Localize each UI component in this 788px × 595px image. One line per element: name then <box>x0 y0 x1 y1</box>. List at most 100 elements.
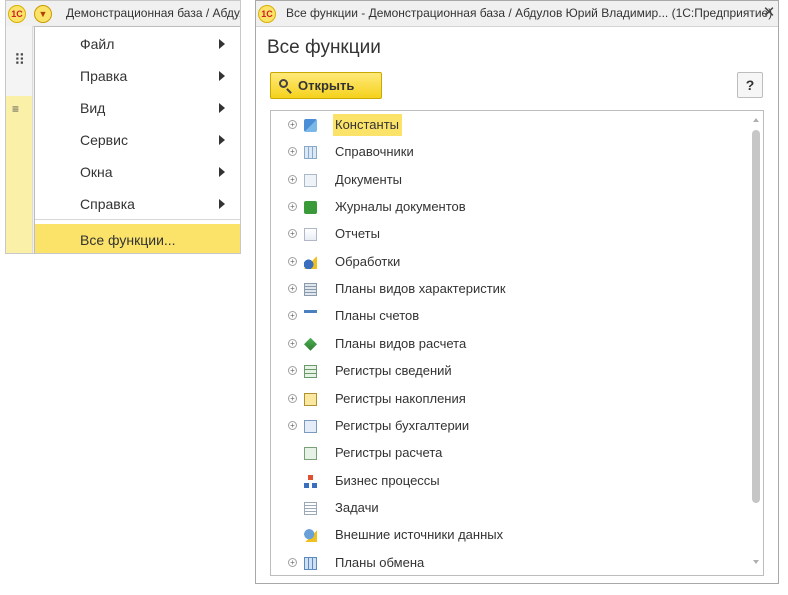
menu-item-edit[interactable]: Правка <box>35 60 240 92</box>
constants-icon <box>304 119 317 132</box>
vertical-scrollbar[interactable] <box>750 111 763 575</box>
expand-plus-icon[interactable]: + <box>288 202 297 212</box>
expand-plus-icon[interactable]: + <box>288 120 297 129</box>
menu-item-file[interactable]: Файл <box>35 28 240 60</box>
tree-row[interactable]: Регистры расчета <box>271 442 749 466</box>
tasks-icon <box>304 501 317 515</box>
expand-plus-icon[interactable]: + <box>288 420 297 430</box>
tree-row-label: Отчеты <box>335 226 380 242</box>
expand-plus-icon[interactable]: + <box>288 557 297 567</box>
sections-grid-icon[interactable]: ⠿ <box>14 53 30 69</box>
all-functions-titlebar: 1C Все функции - Демонстрационная база /… <box>256 1 778 27</box>
expand-plus-icon[interactable]: + <box>288 147 297 157</box>
tree-row-label: Планы видов характеристик <box>335 281 506 297</box>
tree-row-label: Планы обмена <box>335 554 425 570</box>
window-title: Все функции - Демонстрационная база / Аб… <box>286 6 773 20</box>
tree-row[interactable]: + Журналы документов <box>271 196 749 220</box>
scroll-thumb[interactable] <box>752 130 760 503</box>
main-window-titlebar: 1C ▼ Демонстрационная база / Абдулов Юри… <box>6 1 240 27</box>
menu-item-all-functions[interactable]: Все функции... <box>35 224 240 253</box>
submenu-arrow-icon <box>219 71 225 81</box>
menu-lines-icon[interactable]: ≡ <box>12 102 19 116</box>
menu-item-tools[interactable]: Сервис <box>35 124 240 156</box>
tree-row[interactable]: + Планы видов расчета <box>271 333 749 357</box>
menu-item-windows[interactable]: Окна <box>35 156 240 188</box>
expand-plus-icon[interactable]: + <box>288 229 297 239</box>
documents-icon <box>304 173 317 187</box>
tree-row-label: Внешние источники данных <box>335 527 504 543</box>
exchange-plans-icon <box>304 556 317 570</box>
tree-row[interactable]: + Константы <box>271 114 749 138</box>
submenu-arrow-icon <box>219 103 225 113</box>
main-window: 1C ▼ Демонстрационная база / Абдулов Юри… <box>5 0 241 254</box>
tree-row-label: Журналы документов <box>335 199 466 215</box>
tree-row[interactable]: Внешние источники данных <box>271 524 749 548</box>
menu-item-view[interactable]: Вид <box>35 92 240 124</box>
tree-row-label: Планы видов расчета <box>335 335 467 351</box>
submenu-arrow-icon <box>219 39 225 49</box>
accumulation-registers-icon <box>304 392 317 406</box>
tree-row[interactable]: + Регистры бухгалтерии <box>271 415 749 439</box>
1c-logo-icon: 1C <box>8 5 26 23</box>
catalogs-icon <box>304 146 317 160</box>
expand-plus-icon[interactable]: + <box>288 311 297 321</box>
tree-row-label: Регистры расчета <box>335 445 443 461</box>
main-window-title: Демонстрационная база / Абдулов Юрий Вла… <box>66 6 240 20</box>
tree-row-label: Регистры бухгалтерии <box>335 417 470 433</box>
tree-row-label: Справочники <box>335 144 414 160</box>
tree-row[interactable]: Задачи <box>271 497 749 521</box>
tree-row-label: Документы <box>335 171 403 187</box>
close-icon[interactable]: ✕ <box>762 4 776 22</box>
tree-row[interactable]: + Отчеты <box>271 223 749 247</box>
tree-row[interactable]: + Документы <box>271 169 749 193</box>
functions-tree: + Константы + Справочники + Документы + Журналы… <box>270 110 764 576</box>
expand-plus-icon[interactable]: + <box>288 174 297 184</box>
tree-row-label: Регистры сведений <box>335 363 452 379</box>
menu-separator <box>35 219 240 220</box>
tree-row[interactable]: Бизнес процессы <box>271 470 749 494</box>
tree-row-label: Планы счетов <box>335 308 420 324</box>
open-button[interactable]: Открыть <box>270 72 382 99</box>
main-menu-dropdown: Файл Правка Вид Сервис Окна Справка Все … <box>34 26 240 253</box>
tree-row[interactable]: + Регистры сведений <box>271 360 749 384</box>
tree-row-label: Регистры накопления <box>335 390 466 406</box>
tree-row[interactable]: + Справочники <box>271 141 749 165</box>
external-data-sources-icon <box>304 529 317 543</box>
page-title: Все функции <box>267 37 381 58</box>
data-processors-icon <box>304 255 317 269</box>
tree-row[interactable]: + Регистры накопления <box>271 388 749 412</box>
scroll-down-arrow-icon[interactable] <box>753 560 759 564</box>
calculation-registers-icon <box>304 447 317 461</box>
expand-plus-icon[interactable]: + <box>288 256 297 266</box>
submenu-arrow-icon <box>219 135 225 145</box>
characteristic-types-icon <box>304 283 317 297</box>
expand-plus-icon[interactable]: + <box>288 393 297 403</box>
document-journals-icon <box>304 201 317 215</box>
submenu-arrow-icon <box>219 167 225 177</box>
scroll-up-arrow-icon[interactable] <box>753 118 759 122</box>
main-menu-button[interactable]: ▼ <box>34 5 52 23</box>
information-registers-icon <box>304 365 317 379</box>
sections-panel: ≡ <box>6 96 32 253</box>
business-processes-icon <box>304 474 317 488</box>
accounting-registers-icon <box>304 419 317 433</box>
expand-plus-icon[interactable]: + <box>288 284 297 294</box>
tree-row[interactable]: + Планы счетов <box>271 305 749 329</box>
tree-row[interactable]: + Планы обмена <box>271 552 749 575</box>
expand-plus-icon[interactable]: + <box>288 338 297 348</box>
tree-row-label: Обработки <box>335 253 401 269</box>
menu-item-help[interactable]: Справка <box>35 188 240 220</box>
submenu-arrow-icon <box>219 199 225 209</box>
help-button[interactable]: ? <box>737 72 763 98</box>
tree-row[interactable]: + Обработки <box>271 251 749 275</box>
tree-row-label: Задачи <box>335 499 379 515</box>
reports-icon <box>304 228 317 242</box>
tree-row-label: Бизнес процессы <box>335 472 440 488</box>
all-functions-window: 1C Все функции - Демонстрационная база /… <box>255 0 779 584</box>
1c-logo-icon: 1C <box>258 5 276 23</box>
expand-plus-icon[interactable]: + <box>288 366 297 376</box>
charts-of-accounts-icon <box>304 310 317 323</box>
tree-row[interactable]: + Планы видов характеристик <box>271 278 749 302</box>
magnifier-icon <box>279 79 288 88</box>
side-panel-strip: ⠿ ≡ <box>6 26 33 253</box>
